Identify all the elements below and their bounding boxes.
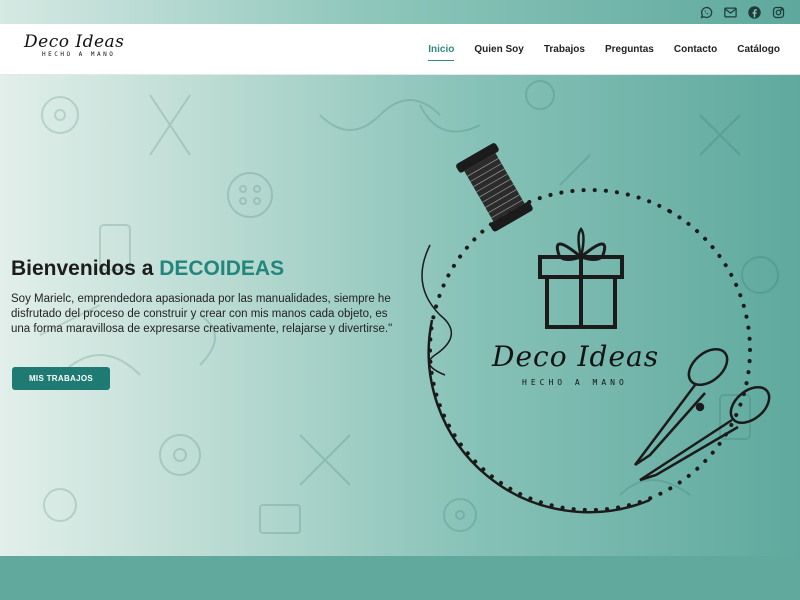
nav-item-catalogo[interactable]: Catálogo: [737, 40, 780, 59]
social-bar: [0, 0, 800, 24]
mis-trabajos-button[interactable]: MIS TRABAJOS: [12, 367, 110, 390]
main-nav: Inicio Quien Soy Trabajos Preguntas Cont…: [428, 24, 780, 75]
site-header: Deco Ideas HECHO A MANO Inicio Quien Soy…: [0, 24, 800, 75]
nav-item-trabajos[interactable]: Trabajos: [544, 40, 585, 59]
bottom-band: [0, 556, 800, 600]
site-logo[interactable]: Deco Ideas HECHO A MANO: [24, 32, 129, 68]
hero-section: Bienvenidos a DECOIDEAS Soy Marielc, emp…: [0, 75, 800, 556]
nav-item-preguntas[interactable]: Preguntas: [605, 40, 654, 59]
hero-title-prefix: Bienvenidos a: [11, 257, 160, 280]
mail-icon[interactable]: [722, 4, 738, 20]
decoideas-emblem: Deco Ideas HECHO A MANO: [421, 143, 771, 514]
logo-name: Deco Ideas: [24, 32, 125, 52]
logo-tagline: HECHO A MANO: [42, 51, 116, 58]
instagram-icon[interactable]: [770, 4, 786, 20]
thread-spool-icon: [456, 143, 533, 232]
nav-item-quien-soy[interactable]: Quien Soy: [474, 40, 523, 59]
hero-title: Bienvenidos a DECOIDEAS: [11, 257, 284, 281]
hero-description: Soy Marielc, emprendedora apasionada por…: [11, 293, 393, 335]
emblem-tagline: HECHO A MANO: [522, 378, 628, 387]
hero-title-brand: DECOIDEAS: [159, 257, 285, 280]
emblem-name: Deco Ideas: [491, 340, 659, 373]
nav-item-contacto[interactable]: Contacto: [674, 40, 717, 59]
gift-box-icon: [538, 227, 624, 329]
whatsapp-icon[interactable]: [698, 4, 714, 20]
loose-thread: [421, 244, 452, 376]
nav-item-inicio[interactable]: Inicio: [428, 40, 455, 61]
facebook-icon[interactable]: [746, 4, 762, 20]
